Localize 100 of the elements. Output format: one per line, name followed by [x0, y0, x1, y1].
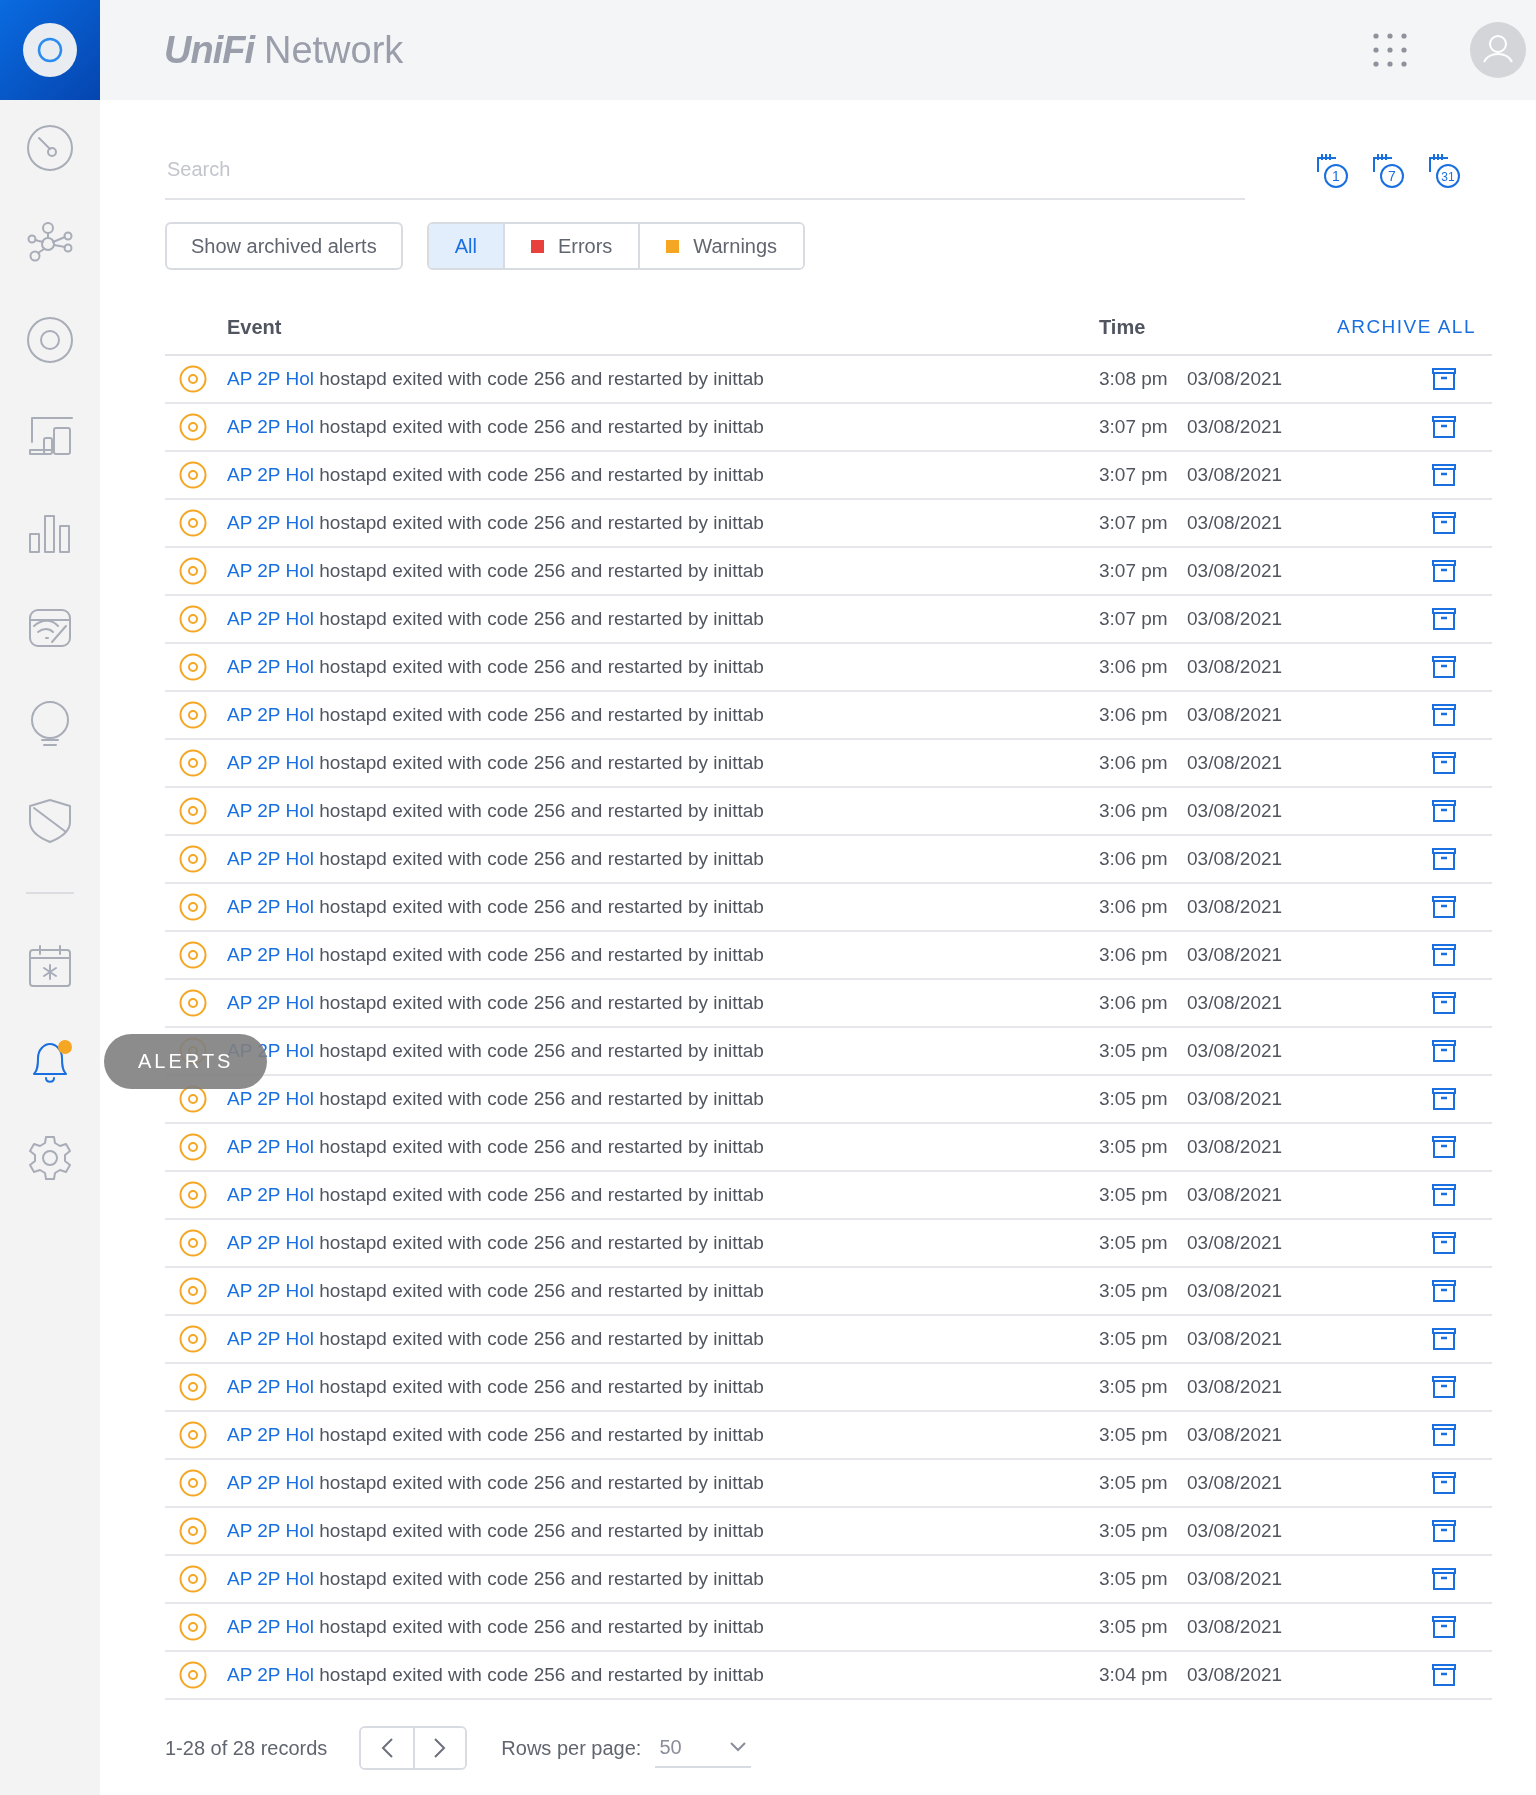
archive-icon — [1432, 896, 1456, 918]
device-link[interactable]: AP 2P Hol — [227, 1472, 314, 1493]
date-cell-text: 03/08/2021 — [1187, 1664, 1284, 1686]
archive-button[interactable] — [1432, 1424, 1456, 1446]
device-link[interactable]: AP 2P Hol — [227, 368, 314, 389]
event-text: AP 2P Hol hostapd exited with code 256 and restarted by inittab — [227, 1616, 765, 1638]
settings-icon — [26, 1134, 74, 1182]
device-link[interactable]: AP 2P Hol — [227, 1232, 314, 1253]
archive-button[interactable] — [1432, 464, 1456, 486]
device-link[interactable]: AP 2P Hol — [227, 1568, 314, 1589]
device-link[interactable]: AP 2P Hol — [227, 1664, 314, 1685]
event-text: AP 2P Hol hostapd exited with code 256 and restarted by inittab — [227, 1280, 765, 1302]
archive-button[interactable] — [1432, 1616, 1456, 1638]
archive-button[interactable] — [1432, 608, 1456, 630]
device-link[interactable]: AP 2P Hol — [227, 1328, 314, 1349]
archive-icon — [1432, 944, 1456, 966]
device-link[interactable]: AP 2P Hol — [227, 560, 314, 581]
device-link[interactable]: AP 2P Hol — [227, 752, 314, 773]
archive-button[interactable] — [1432, 752, 1456, 774]
access-point-icon — [179, 557, 207, 585]
device-link[interactable]: AP 2P Hol — [227, 1376, 314, 1397]
access-point-icon — [179, 1133, 207, 1161]
archive-button[interactable] — [1432, 704, 1456, 726]
device-link[interactable]: AP 2P Hol — [227, 656, 314, 677]
device-link[interactable]: AP 2P Hol — [227, 848, 314, 869]
archive-icon — [1432, 800, 1456, 822]
time-cell-text: 3:06 pm — [1099, 848, 1169, 870]
archive-button[interactable] — [1432, 656, 1456, 678]
archive-button[interactable] — [1432, 1088, 1456, 1110]
time-cell-text: 3:07 pm — [1099, 608, 1169, 630]
archive-button[interactable] — [1432, 848, 1456, 870]
filter-tab[interactable]: All — [428, 224, 503, 268]
device-link[interactable]: AP 2P Hol — [227, 416, 314, 437]
archive-button[interactable] — [1432, 1568, 1456, 1590]
device-link[interactable]: AP 2P Hol — [227, 512, 314, 533]
archive-button[interactable] — [1432, 944, 1456, 966]
archive-icon — [1432, 1088, 1456, 1110]
access-point-icon — [179, 1469, 207, 1497]
next-page-button[interactable] — [413, 1728, 466, 1768]
search-field[interactable]: Search — [165, 140, 1245, 200]
device-link[interactable]: AP 2P Hol — [227, 464, 314, 485]
device-link[interactable]: AP 2P Hol — [227, 1280, 314, 1301]
device-link[interactable]: AP 2P Hol — [227, 608, 314, 629]
device-link[interactable]: AP 2P Hol — [227, 1616, 314, 1637]
calendar-icon — [26, 942, 74, 990]
date-cell-text: 03/08/2021 — [1187, 1424, 1284, 1446]
archive-button[interactable] — [1432, 416, 1456, 438]
archive-icon — [1432, 1232, 1456, 1254]
archive-button[interactable] — [1432, 1136, 1456, 1158]
archive-all-button[interactable]: ARCHIVE ALL — [1337, 316, 1476, 338]
time-cell-text: 3:08 pm — [1099, 368, 1169, 390]
archive-button[interactable] — [1432, 800, 1456, 822]
archive-button[interactable] — [1432, 1520, 1456, 1542]
archive-button[interactable] — [1432, 1280, 1456, 1302]
calendar-range-button[interactable]: 31 — [1426, 152, 1462, 188]
access-point-icon — [179, 1613, 207, 1641]
archive-button[interactable] — [1432, 992, 1456, 1014]
time-cell-text: 3:05 pm — [1099, 1040, 1169, 1062]
logo-icon — [22, 22, 78, 78]
time-cell-text: 3:05 pm — [1099, 1136, 1169, 1158]
archive-button[interactable] — [1432, 560, 1456, 582]
archive-button[interactable] — [1432, 1328, 1456, 1350]
show-archived-button[interactable]: Show archived alerts — [165, 222, 403, 270]
device-link[interactable]: AP 2P Hol — [227, 992, 314, 1013]
device-link[interactable]: AP 2P Hol — [227, 1184, 314, 1205]
archive-button[interactable] — [1432, 1184, 1456, 1206]
filter-tab[interactable]: Warnings — [638, 224, 804, 268]
access-point-icon — [179, 1661, 207, 1689]
event-text: AP 2P Hol hostapd exited with code 256 and restarted by inittab — [227, 1184, 765, 1206]
archive-button[interactable] — [1432, 1232, 1456, 1254]
archive-icon — [1432, 848, 1456, 870]
shield-icon — [26, 796, 74, 844]
access-point-icon — [179, 1181, 207, 1209]
apps-grid-icon[interactable] — [1372, 32, 1408, 68]
access-point-icon — [179, 605, 207, 633]
records-count: 1-28 of 28 records — [165, 1736, 328, 1760]
archive-button[interactable] — [1432, 1472, 1456, 1494]
device-link[interactable]: AP 2P Hol — [227, 704, 314, 725]
device-link[interactable]: AP 2P Hol — [227, 896, 314, 917]
device-link[interactable]: AP 2P Hol — [227, 800, 314, 821]
device-link[interactable]: AP 2P Hol — [227, 1136, 314, 1157]
time-cell-text: 3:07 pm — [1099, 560, 1169, 582]
archive-button[interactable] — [1432, 512, 1456, 534]
calendar-range-button[interactable]: 7 — [1370, 152, 1406, 188]
event-text: AP 2P Hol hostapd exited with code 256 and restarted by inittab — [227, 1232, 765, 1254]
device-link[interactable]: AP 2P Hol — [227, 1520, 314, 1541]
device-link[interactable]: AP 2P Hol — [227, 944, 314, 965]
date-cell-text: 03/08/2021 — [1187, 1520, 1284, 1542]
archive-button[interactable] — [1432, 368, 1456, 390]
archive-icon — [1432, 656, 1456, 678]
time-cell-text: 3:05 pm — [1099, 1424, 1169, 1446]
date-cell-text: 03/08/2021 — [1187, 1280, 1284, 1302]
device-link[interactable]: AP 2P Hol — [227, 1424, 314, 1445]
archive-button[interactable] — [1432, 1040, 1456, 1062]
device-link[interactable]: AP 2P Hol — [227, 1088, 314, 1109]
calendar-range-button[interactable]: 1 — [1314, 152, 1350, 188]
archive-button[interactable] — [1432, 1376, 1456, 1398]
rows-per-page-select[interactable]: 50 — [655, 1728, 752, 1768]
archive-button[interactable] — [1432, 896, 1456, 918]
archive-button[interactable] — [1432, 1664, 1456, 1686]
